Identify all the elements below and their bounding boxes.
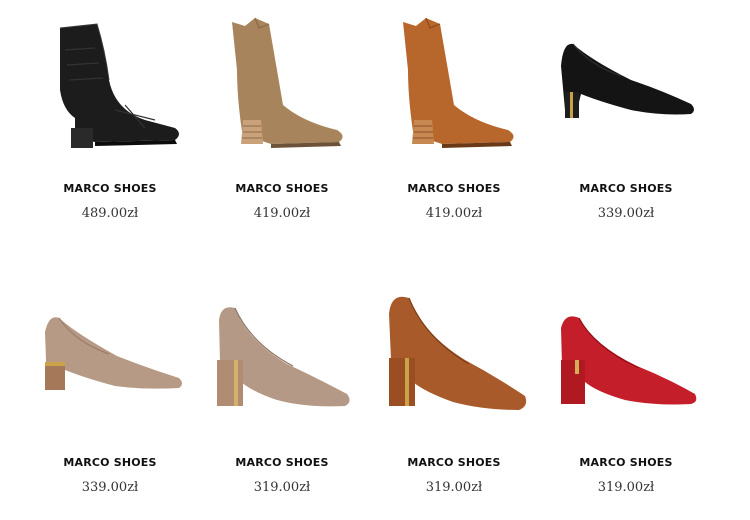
product-card[interactable]: MARCO SHOES 319.00zł (374, 284, 534, 495)
product-card[interactable]: MARCO SHOES 319.00zł (202, 284, 362, 495)
cognac-cowboy-boot-icon (379, 10, 529, 160)
product-price: 339.00zł (597, 206, 655, 221)
product-card[interactable]: MARCO SHOES 339.00zł (546, 10, 706, 221)
taupe-pump-icon (207, 284, 357, 434)
product-image[interactable] (551, 284, 701, 434)
product-brand[interactable]: MARCO SHOES (546, 182, 706, 195)
product-price: 419.00zł (425, 206, 483, 221)
product-brand[interactable]: MARCO SHOES (374, 456, 534, 469)
product-card[interactable]: MARCO SHOES 419.00zł (374, 10, 534, 221)
product-price: 489.00zł (81, 206, 139, 221)
black-ankle-boot-icon (35, 10, 185, 160)
product-brand[interactable]: MARCO SHOES (546, 456, 706, 469)
product-image[interactable] (35, 284, 185, 434)
product-grid: MARCO SHOES 489.00zł MARCO SHOES 419.00z… (0, 0, 750, 520)
product-brand[interactable]: MARCO SHOES (202, 182, 362, 195)
product-price: 319.00zł (253, 480, 311, 495)
product-image[interactable] (207, 284, 357, 434)
beige-pump-icon (35, 284, 185, 434)
product-image[interactable] (379, 284, 529, 434)
product-image[interactable] (379, 10, 529, 160)
cognac-pump-icon (379, 284, 529, 434)
product-price: 319.00zł (425, 480, 483, 495)
product-brand[interactable]: MARCO SHOES (374, 182, 534, 195)
red-pump-icon (551, 284, 701, 434)
product-brand[interactable]: MARCO SHOES (30, 182, 190, 195)
product-card[interactable]: MARCO SHOES 339.00zł (30, 284, 190, 495)
product-card[interactable]: MARCO SHOES 489.00zł (30, 10, 190, 221)
product-image[interactable] (207, 10, 357, 160)
product-brand[interactable]: MARCO SHOES (202, 456, 362, 469)
product-card[interactable]: MARCO SHOES 419.00zł (202, 10, 362, 221)
product-price: 339.00zł (81, 480, 139, 495)
product-card[interactable]: MARCO SHOES 319.00zł (546, 284, 706, 495)
product-price: 319.00zł (597, 480, 655, 495)
taupe-cowboy-boot-icon (207, 10, 357, 160)
black-pump-icon (551, 10, 701, 160)
product-image[interactable] (35, 10, 185, 160)
product-brand[interactable]: MARCO SHOES (30, 456, 190, 469)
product-image[interactable] (551, 10, 701, 160)
product-price: 419.00zł (253, 206, 311, 221)
